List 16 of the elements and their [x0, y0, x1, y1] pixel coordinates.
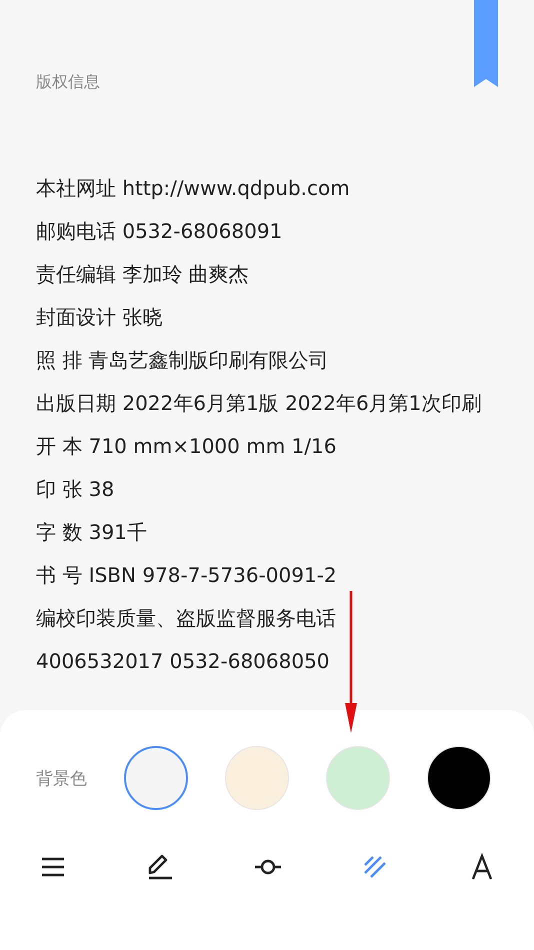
- text-line: 责任编辑 李加玲 曲爽杰: [36, 261, 250, 288]
- text-line: 封面设计 张晓: [36, 304, 164, 331]
- text-line: 开 本 710 mm×1000 mm 1/16: [36, 433, 338, 460]
- bookmark-icon[interactable]: [474, 0, 498, 87]
- text-line: 编校印装质量、盗版监督服务电话: [36, 605, 337, 632]
- text-line: 书 号 ISBN 978-7-5736-0091-2: [36, 562, 338, 589]
- text-line: 照 排 青岛艺鑫制版印刷有限公司: [36, 347, 330, 374]
- text-line: 字 数 391千: [36, 519, 148, 546]
- text-line: 本社网址 http://www.qdpub.com: [36, 175, 351, 202]
- text-line: 邮购电话 0532-68068091: [36, 218, 284, 245]
- text-line: 4006532017 0532-68068050: [36, 648, 331, 675]
- text-line: 出版日期 2022年6月第1版 2022年6月第1次印刷: [36, 390, 482, 417]
- pen-icon[interactable]: [146, 853, 174, 881]
- background-color-label: 背景色: [36, 768, 88, 790]
- section-heading: 版权信息: [36, 71, 101, 93]
- text-line: 印 张 38: [36, 476, 116, 503]
